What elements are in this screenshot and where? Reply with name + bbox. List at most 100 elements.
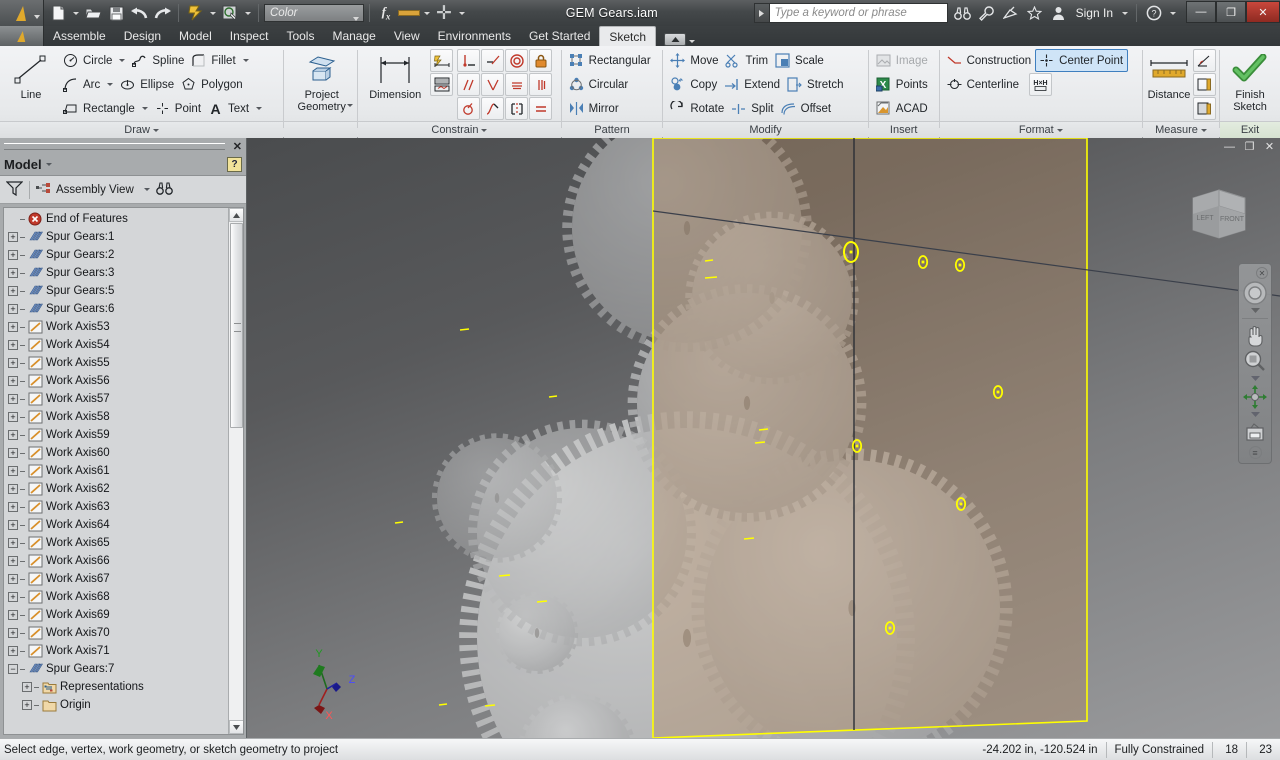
sketch-point-2[interactable] — [917, 255, 929, 269]
constrain-panel-dropdown-icon[interactable] — [481, 128, 488, 132]
browser-close-icon[interactable]: ✕ — [233, 140, 242, 153]
tree-expand-icon[interactable]: + — [8, 628, 18, 638]
tab-manage[interactable]: Manage — [323, 26, 384, 46]
filter-funnel-icon[interactable] — [5, 180, 24, 199]
tree-expand-icon[interactable]: + — [22, 682, 32, 692]
redo-button[interactable] — [151, 2, 173, 24]
scale-button[interactable]: Scale — [772, 49, 828, 72]
equal-constraint-button[interactable] — [529, 97, 553, 120]
tree-expand-icon[interactable]: + — [8, 592, 18, 602]
ribbon-minimize-button[interactable] — [664, 33, 687, 46]
symmetric-constraint-button[interactable] — [505, 97, 529, 120]
tree-expand-icon[interactable]: + — [8, 322, 18, 332]
tab-view[interactable]: View — [385, 26, 429, 46]
update-dropdown-icon[interactable] — [207, 2, 218, 24]
viewport-close-icon[interactable]: ✕ — [1263, 140, 1276, 153]
rotate-button[interactable]: Rotate — [667, 97, 728, 120]
model-tree[interactable]: End of Features + Spur Gears:1 + Spur Gears:… — [4, 208, 228, 734]
tree-item-spur-gears-7[interactable]: − Spur Gears:7 — [4, 660, 228, 678]
collinear-constraint-button[interactable] — [481, 49, 505, 72]
satellite-dish-icon[interactable] — [1000, 2, 1022, 24]
tree-item-origin[interactable]: + Origin — [4, 696, 228, 714]
tab-inspect[interactable]: Inspect — [221, 26, 278, 46]
sketch-point-5[interactable] — [851, 439, 863, 453]
rectangle-tool-button[interactable]: Rectangle — [60, 97, 152, 120]
center-point-button[interactable]: Center Point — [1035, 49, 1129, 72]
project-geometry-dropdown-icon[interactable] — [347, 104, 354, 107]
viewport-minimize-icon[interactable]: — — [1223, 140, 1236, 153]
coincident-constraint-button[interactable] — [457, 49, 481, 72]
copy-button[interactable]: Copy — [667, 73, 721, 96]
close-button[interactable]: ✕ — [1246, 1, 1280, 23]
sketch-point-1[interactable] — [843, 241, 859, 263]
insert-acad-button[interactable]: ACAD — [873, 97, 932, 120]
offset-button[interactable]: Offset — [778, 97, 835, 120]
spline-tool-button[interactable]: Spline — [129, 49, 188, 72]
tab-sketch[interactable]: Sketch — [599, 26, 657, 46]
orbit-dropdown-icon[interactable] — [1250, 410, 1260, 419]
tree-expand-icon[interactable]: + — [8, 268, 18, 278]
trim-button[interactable]: Trim — [722, 49, 772, 72]
fillet-dropdown-icon[interactable] — [242, 59, 249, 62]
tree-item-spur-gears-3[interactable]: + Spur Gears:3 — [4, 264, 228, 282]
tree-expand-icon[interactable]: + — [8, 556, 18, 566]
tree-item-work-axis58[interactable]: + Work Axis58 — [4, 408, 228, 426]
tree-expand-icon[interactable]: + — [8, 232, 18, 242]
tree-item-work-axis55[interactable]: + Work Axis55 — [4, 354, 228, 372]
tree-item-spur-gears-6[interactable]: + Spur Gears:6 — [4, 300, 228, 318]
tree-item-spur-gears-2[interactable]: + Spur Gears:2 — [4, 246, 228, 264]
fix-constraint-button[interactable] — [529, 49, 553, 72]
application-menu-button[interactable] — [0, 0, 44, 26]
circle-dropdown-icon[interactable] — [119, 59, 126, 62]
qat-customize-dropdown-icon[interactable] — [456, 2, 467, 24]
browser-drag-grip[interactable]: ✕ — [0, 138, 246, 154]
line-tool-button[interactable]: Line — [4, 49, 58, 101]
binoculars-icon[interactable] — [952, 2, 974, 24]
minimize-button[interactable]: — — [1186, 1, 1216, 23]
tree-expand-icon[interactable]: + — [8, 250, 18, 260]
tree-item-work-axis61[interactable]: + Work Axis61 — [4, 462, 228, 480]
mirror-button[interactable]: Mirror — [566, 97, 655, 120]
tree-item-work-axis67[interactable]: + Work Axis67 — [4, 570, 228, 588]
tree-item-work-axis62[interactable]: + Work Axis62 — [4, 480, 228, 498]
user-account-icon[interactable] — [1048, 2, 1070, 24]
horizontal-constraint-button[interactable] — [505, 73, 529, 96]
tree-expand-icon[interactable]: + — [8, 484, 18, 494]
help-icon[interactable]: ? — [1143, 2, 1165, 24]
tree-item-work-axis59[interactable]: + Work Axis59 — [4, 426, 228, 444]
tree-expand-icon[interactable]: + — [8, 520, 18, 530]
navbar-options-icon[interactable]: ≡ — [1248, 446, 1262, 459]
insert-points-button[interactable]: X Points — [873, 73, 932, 96]
arc-dropdown-icon[interactable] — [107, 83, 114, 86]
sketch-point-4[interactable] — [992, 385, 1004, 399]
orbit-button[interactable] — [1240, 384, 1270, 409]
sign-in-dropdown-icon[interactable] — [1119, 2, 1130, 24]
tab-environments[interactable]: Environments — [429, 26, 520, 46]
tree-item-work-axis69[interactable]: + Work Axis69 — [4, 606, 228, 624]
tab-tools[interactable]: Tools — [277, 26, 323, 46]
assembly-view-selector[interactable]: Assembly View — [36, 181, 150, 198]
select-dropdown-icon[interactable] — [242, 2, 253, 24]
select-mode-button[interactable] — [219, 2, 241, 24]
tree-expand-icon[interactable]: + — [8, 394, 18, 404]
tree-expand-icon[interactable]: + — [8, 466, 18, 476]
tab-design[interactable]: Design — [115, 26, 170, 46]
update-button[interactable] — [184, 2, 206, 24]
tree-item-spur-gears-5[interactable]: + Spur Gears:5 — [4, 282, 228, 300]
full-navigation-wheel-button[interactable] — [1240, 280, 1270, 305]
parallel-constraint-button[interactable] — [457, 73, 481, 96]
tree-expand-icon[interactable]: + — [22, 700, 32, 710]
browser-title-dropdown-icon[interactable] — [45, 163, 52, 166]
tab-model[interactable]: Model — [170, 26, 221, 46]
tree-expand-icon[interactable]: + — [8, 286, 18, 296]
arc-tool-button[interactable]: Arc — [60, 73, 117, 96]
circular-pattern-button[interactable]: Circular — [566, 73, 655, 96]
tree-item-work-axis56[interactable]: + Work Axis56 — [4, 372, 228, 390]
sketch-point-7[interactable] — [884, 621, 896, 635]
tree-expand-icon[interactable]: + — [8, 304, 18, 314]
text-dropdown-icon[interactable] — [256, 107, 263, 110]
color-selector[interactable]: Color — [264, 4, 364, 22]
tree-expand-icon[interactable]: + — [8, 610, 18, 620]
tree-expand-icon[interactable]: + — [8, 574, 18, 584]
measure-area-button[interactable] — [1193, 97, 1217, 120]
